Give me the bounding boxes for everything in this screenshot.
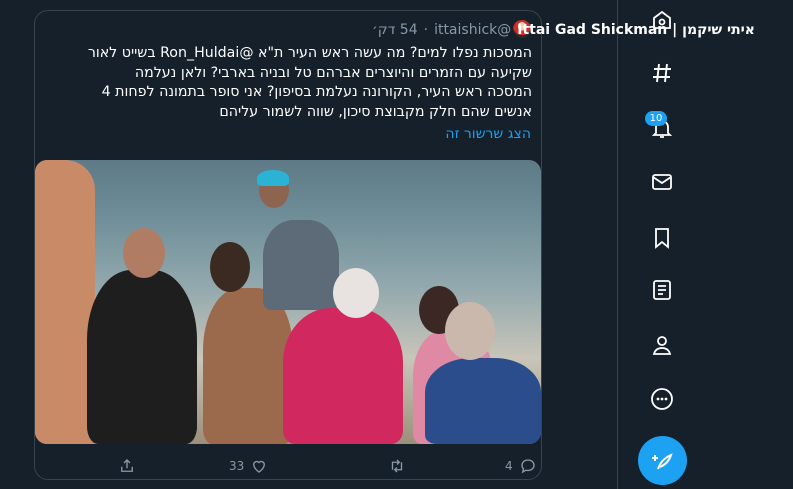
show-thread-link[interactable]: הצג שרשור זה: [445, 126, 531, 142]
notifications-badge: 10: [645, 111, 667, 126]
photo-head: [210, 242, 250, 292]
more-icon[interactable]: [650, 387, 674, 411]
messages-icon[interactable]: [650, 170, 674, 194]
retweet-icon[interactable]: [388, 457, 406, 475]
user-handle[interactable]: @ittaishick: [434, 22, 511, 38]
compose-tweet-button[interactable]: [638, 436, 687, 485]
photo-head: [333, 268, 379, 318]
tweet-photo[interactable]: [35, 160, 541, 444]
photo-figure-pink: [283, 308, 403, 444]
photo-figure-shirtless: [203, 288, 293, 444]
like-action[interactable]: 33: [229, 456, 268, 476]
profile-icon[interactable]: [650, 333, 674, 357]
reply-count: 4: [505, 459, 513, 473]
lists-icon[interactable]: [650, 278, 674, 302]
quill-plus-icon: [651, 452, 673, 469]
feed-divider: [617, 0, 618, 489]
explore-icon[interactable]: [650, 61, 674, 85]
share-icon[interactable]: [118, 457, 136, 475]
tweet-timestamp[interactable]: 54 דק׳: [372, 22, 418, 38]
photo-figure-cap: [263, 220, 339, 310]
reply-icon[interactable]: [519, 457, 537, 475]
retweet-action[interactable]: [388, 456, 406, 476]
bookmarks-icon[interactable]: [650, 226, 674, 250]
tweet-text: המסכות נפלו למים? מה עשה ראש העיר ת"א @R…: [87, 45, 532, 120]
display-name[interactable]: איתי שיקמן | Ittai Gad Shickman: [517, 22, 755, 38]
heart-icon[interactable]: [250, 457, 268, 475]
photo-cap: [257, 170, 289, 186]
separator-dot: ·: [423, 22, 429, 38]
photo-head: [445, 302, 495, 360]
photo-figure-man-black: [87, 270, 197, 444]
photo-figure-left: [35, 160, 95, 444]
tweet-header: איתי שיקמן | Ittai Gad Shickman @ittaish…: [372, 19, 755, 41]
reply-action[interactable]: 4: [505, 456, 537, 476]
photo-figure-blue: [425, 358, 541, 444]
home-icon[interactable]: [650, 8, 674, 32]
photo-head: [123, 228, 165, 278]
share-action[interactable]: [118, 456, 136, 476]
like-count: 33: [229, 459, 245, 473]
